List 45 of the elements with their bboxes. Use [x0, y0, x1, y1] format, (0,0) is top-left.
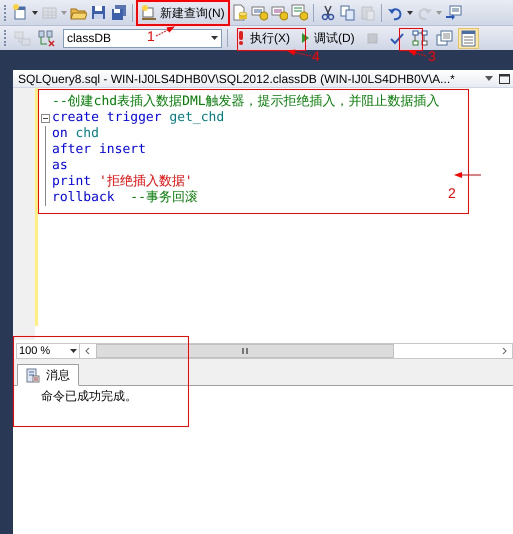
code-line: after insert	[52, 142, 146, 158]
annotation-number: 2	[448, 186, 456, 201]
collapse-icon[interactable]	[41, 114, 50, 122]
code-line: print '拒绝插入数据'	[52, 174, 193, 190]
grid-window-icon[interactable]	[460, 30, 477, 46]
annotation-arrow	[156, 26, 175, 36]
disconnect-icon[interactable]	[38, 30, 55, 46]
annotation-frame	[237, 28, 306, 51]
annotation-number: 1	[147, 29, 155, 44]
dropdown-icon[interactable]	[485, 76, 493, 81]
annotation-number: 4	[312, 49, 320, 64]
new-document-icon	[141, 4, 157, 20]
annotation-number: 3	[428, 49, 436, 64]
cube-document-icon[interactable]	[270, 4, 288, 21]
dropdown-caret-icon[interactable]	[406, 10, 413, 14]
document-cylinder-icon[interactable]	[230, 4, 248, 21]
flowchart-icon[interactable]	[412, 30, 429, 46]
code-line: on chd	[52, 126, 99, 142]
message-document-icon	[26, 368, 40, 382]
exclamation-icon	[237, 31, 245, 45]
cube-document-icon[interactable]	[290, 4, 308, 21]
annotation-arrow	[408, 50, 426, 56]
dropdown-caret-icon[interactable]	[211, 36, 218, 40]
window-arrow-icon[interactable]	[444, 4, 462, 21]
copy-icon[interactable]	[338, 4, 356, 21]
document-tab[interactable]: SQLQuery8.sql - WIN-IJ0LS4DHB0V\SQL2012.classDB (WIN-IJ0LS4DHB0V\A...*	[13, 70, 513, 88]
code-line: as	[52, 158, 68, 174]
code-line: --创建chd表插入数据DML触发器，提示拒绝插入，并阻止数据插入	[52, 94, 440, 110]
floppy-disks-icon[interactable]	[110, 4, 127, 21]
new-query-button[interactable]: 新建查询(N)	[138, 2, 228, 24]
annotation-arrow	[287, 50, 312, 56]
results-tab[interactable]: 消息	[17, 364, 79, 386]
annotation-frame	[399, 28, 423, 51]
play-icon	[301, 31, 309, 45]
debug-button[interactable]: 调试(D)	[297, 28, 359, 48]
text-window-icon[interactable]	[436, 30, 453, 46]
dropdown-caret-icon[interactable]	[32, 10, 38, 14]
annotation-arrow	[454, 172, 482, 178]
code-line: rollback --事务回滚	[52, 190, 198, 206]
message-text: 命令已成功完成。	[41, 388, 138, 404]
maximize-icon[interactable]	[499, 74, 510, 84]
code-line: create trigger get_chd	[52, 110, 224, 126]
document-title: SQLQuery8.sql - WIN-IJ0LS4DHB0V\SQL2012.classDB (WIN-IJ0LS4DHB0V\A...*	[18, 70, 455, 88]
cube-document-icon[interactable]	[250, 4, 268, 21]
execute-button[interactable]: 执行(X)	[233, 28, 294, 48]
